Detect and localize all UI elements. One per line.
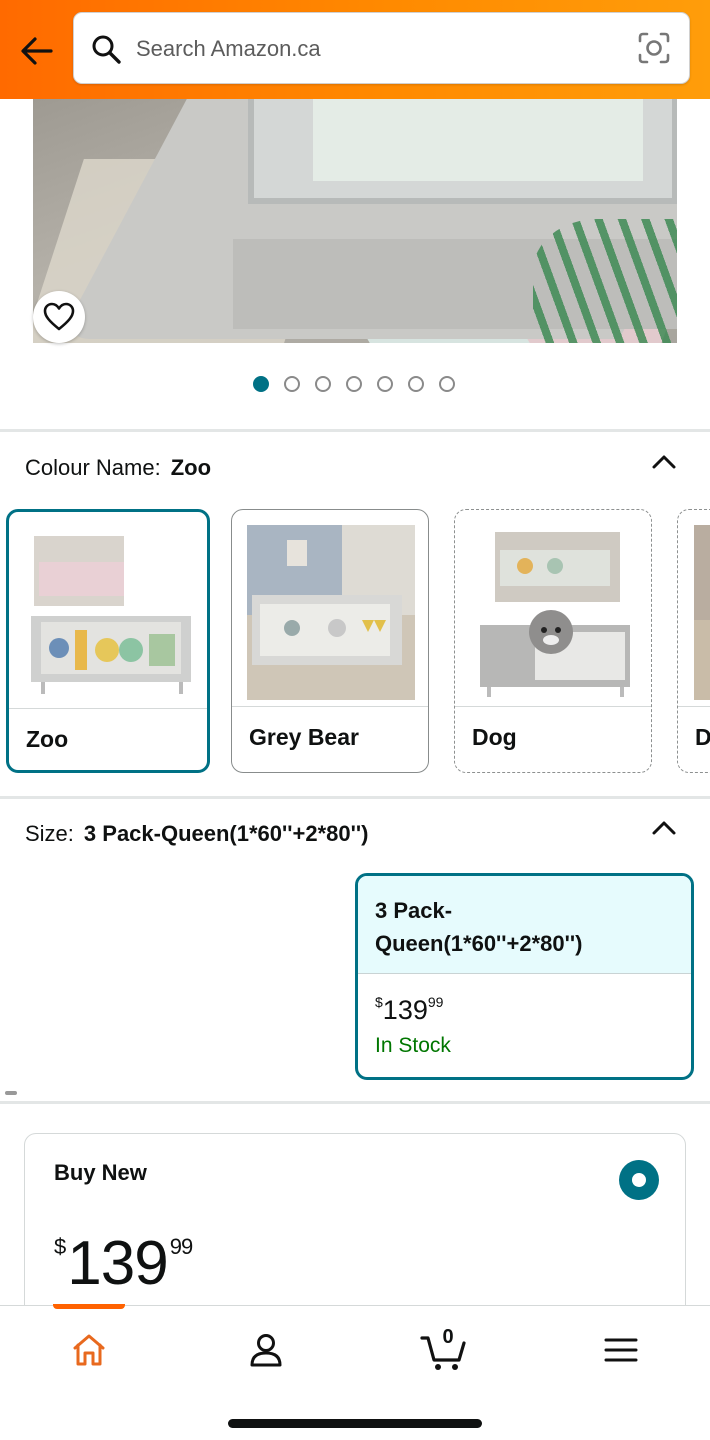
camera-lens-icon[interactable] xyxy=(637,31,671,65)
swatch-label: D xyxy=(695,724,710,750)
price-fraction: 99 xyxy=(427,994,444,1010)
zoo-swatch-image xyxy=(19,522,199,707)
carousel-dot[interactable] xyxy=(408,376,424,392)
colour-option-partial[interactable]: D xyxy=(677,509,710,773)
size-option-card[interactable]: 3 Pack- Queen(1*60''+2*80'') $13999 In S… xyxy=(355,873,694,1080)
colour-option-zoo[interactable]: Zoo xyxy=(6,509,210,773)
buy-new-price: $13999 xyxy=(54,1228,194,1299)
size-option-price: $13999 xyxy=(375,994,443,1026)
partial-swatch-image xyxy=(688,520,710,705)
swatch-divider xyxy=(455,706,651,707)
search-bar[interactable] xyxy=(73,12,690,84)
heart-icon xyxy=(43,302,75,331)
back-button[interactable] xyxy=(16,30,58,72)
buy-new-title: Buy New xyxy=(54,1160,147,1185)
nav-active-indicator xyxy=(53,1304,125,1309)
divider xyxy=(0,796,710,799)
colour-selected-value: Zoo xyxy=(170,455,212,480)
divider xyxy=(0,1101,710,1104)
dog-swatch-image xyxy=(465,520,643,705)
image-plant xyxy=(533,219,677,343)
arrow-left-icon xyxy=(21,37,53,65)
search-icon xyxy=(92,35,121,64)
swatch-divider xyxy=(9,708,207,709)
carousel-dots xyxy=(253,376,455,392)
carousel-dot[interactable] xyxy=(439,376,455,392)
search-input[interactable] xyxy=(136,33,616,65)
chevron-up-icon[interactable] xyxy=(650,448,678,476)
grey-bear-swatch-image xyxy=(242,520,420,705)
size-name-line: Queen(1*60''+2*80'') xyxy=(375,931,583,956)
colour-option-dog[interactable]: Dog xyxy=(454,509,652,773)
swatch-label: Dog xyxy=(472,724,517,750)
size-label: Size: 3 Pack-Queen(1*60''+2*80'') xyxy=(25,821,368,847)
stock-status: In Stock xyxy=(375,1034,451,1057)
price-currency: $ xyxy=(54,1234,66,1259)
carousel-dot[interactable] xyxy=(377,376,393,392)
swatch-label: Grey Bear xyxy=(249,724,359,750)
hamburger-menu-icon xyxy=(604,1338,638,1362)
carousel-dot[interactable] xyxy=(253,376,269,392)
buy-new-radio[interactable] xyxy=(619,1160,659,1200)
home-indicator-bar xyxy=(228,1419,482,1428)
colour-option-grey-bear[interactable]: Grey Bear xyxy=(231,509,429,773)
swatch-label: Zoo xyxy=(26,726,69,752)
divider xyxy=(0,429,710,432)
size-selected-value: 3 Pack-Queen(1*60''+2*80'') xyxy=(83,821,369,846)
user-icon xyxy=(250,1334,282,1367)
carousel-dot[interactable] xyxy=(284,376,300,392)
home-icon xyxy=(73,1334,105,1366)
swatch-divider xyxy=(232,706,428,707)
swatch-divider xyxy=(678,706,710,707)
nav-home[interactable] xyxy=(59,1326,119,1374)
colour-name-label: Colour Name: Zoo xyxy=(25,455,211,481)
wishlist-button[interactable] xyxy=(33,291,85,343)
cart-count-badge: 0 xyxy=(442,1326,454,1348)
size-option-header: 3 Pack- Queen(1*60''+2*80'') xyxy=(358,876,691,974)
carousel-dot[interactable] xyxy=(346,376,362,392)
colour-label-text: Colour Name: xyxy=(25,455,161,480)
nav-menu[interactable] xyxy=(591,1326,651,1374)
search-header xyxy=(0,0,710,99)
scroll-indicator xyxy=(5,1091,17,1095)
size-label-text: Size: xyxy=(25,821,74,846)
image-rail-panel xyxy=(313,99,643,181)
bottom-nav: 0 xyxy=(0,1304,710,1440)
price-currency: $ xyxy=(375,994,383,1010)
product-image[interactable] xyxy=(33,99,677,343)
size-option-name: 3 Pack- Queen(1*60''+2*80'') xyxy=(375,894,675,960)
price-whole: 139 xyxy=(67,1229,168,1298)
price-whole: 139 xyxy=(382,995,428,1025)
nav-account[interactable] xyxy=(236,1326,296,1374)
size-name-line: 3 Pack- xyxy=(375,898,453,923)
price-fraction: 99 xyxy=(169,1234,194,1259)
carousel-dot[interactable] xyxy=(315,376,331,392)
chevron-up-icon[interactable] xyxy=(650,814,678,842)
